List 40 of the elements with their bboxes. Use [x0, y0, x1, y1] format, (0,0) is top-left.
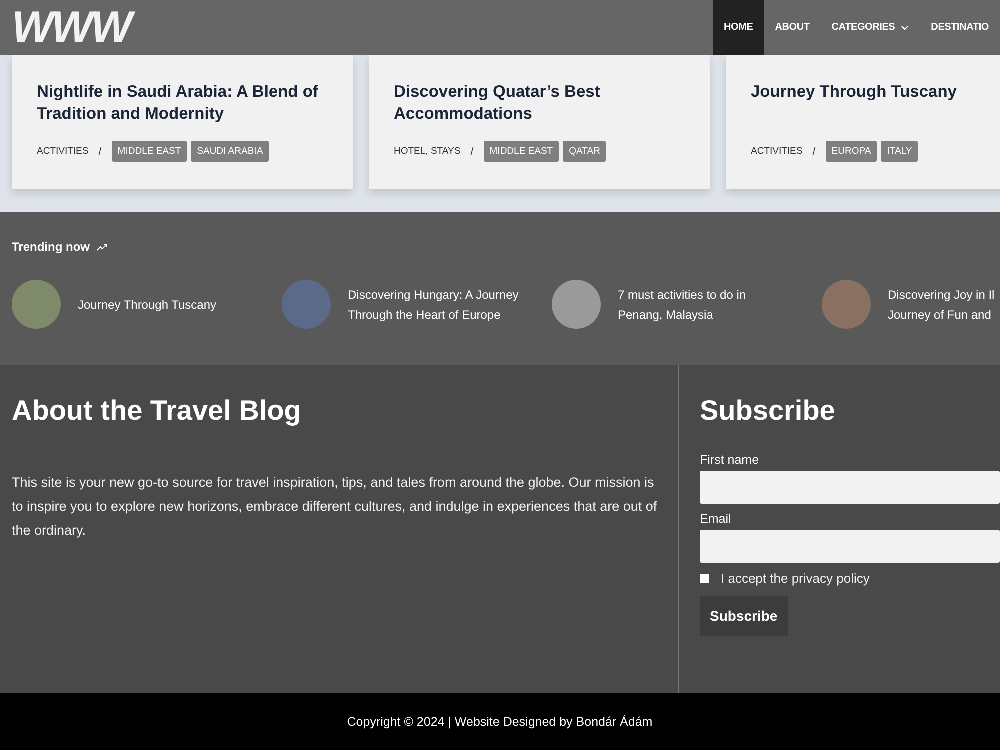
trending-post-link[interactable]: Discovering Joy in Il Journey of Fun and	[888, 284, 1000, 324]
photo-placeholder[interactable]	[552, 280, 601, 329]
tag[interactable]: ITALY	[881, 141, 918, 162]
photo-placeholder[interactable]	[822, 280, 871, 329]
trending-post-link[interactable]: Journey Through Tuscany	[78, 294, 253, 314]
trending-heading: Trending now	[12, 240, 90, 254]
photo-placeholder[interactable]	[282, 280, 331, 329]
subscribe-heading: Subscribe	[700, 395, 836, 427]
nav-link[interactable]: HOME	[713, 0, 764, 55]
post-title[interactable]: Discovering Quatar’s Best Accommodations	[394, 81, 685, 125]
separator-slash: /	[98, 146, 102, 158]
separator-slash: /	[812, 146, 816, 158]
post-title[interactable]: Journey Through Tuscany	[751, 81, 1000, 103]
trending-post-link[interactable]: 7 must activities to do in Penang, Malaysia	[618, 284, 768, 324]
nav-link[interactable]: CATEGORIES	[820, 0, 920, 55]
separator-slash: /	[470, 146, 474, 158]
tag[interactable]: MIDDLE EAST	[484, 141, 560, 162]
consent-label: I accept the privacy policy	[721, 571, 870, 586]
tag[interactable]: SAUDI ARABIA	[191, 141, 270, 162]
tag[interactable]: EUROPA	[826, 141, 878, 162]
post-title[interactable]: Nightlife in Saudi Arabia: A Blend of Tradition and Modernity	[37, 81, 328, 125]
input-field[interactable]	[700, 471, 1000, 504]
field-label: Email	[700, 512, 732, 526]
category-label[interactable]: HOTEL, STAYS	[394, 146, 461, 157]
copyright-text: Copyright © 2024 | Website Designed by Bondár Ádám	[347, 714, 653, 728]
photo-placeholder[interactable]	[12, 280, 61, 329]
tag[interactable]: MIDDLE EAST	[112, 141, 188, 162]
about-paragraph: This site is your new go-to source for travel inspiration, tips, and tales from around the globe. Our mission is to inspire you to explore new horizons, embrace different cultures, and indulge in experiences that are out of the ordinary.	[12, 474, 658, 540]
trending-post-link[interactable]: Discovering Hungary: A Journey Through the Heart of Europe	[348, 284, 523, 324]
category-label[interactable]: ACTIVITIES	[751, 146, 803, 157]
input-field[interactable]	[700, 530, 1000, 563]
nav-link[interactable]: DESTINATIO	[920, 0, 1000, 55]
tag[interactable]: QATAR	[563, 141, 606, 162]
about-heading: About the Travel Blog	[12, 395, 302, 427]
field-label: First name	[700, 453, 760, 467]
trend-up-icon	[97, 243, 108, 251]
category-label[interactable]: ACTIVITIES	[37, 146, 89, 157]
subscribe-button[interactable]: Subscribe	[700, 596, 788, 636]
checkbox[interactable]	[700, 574, 709, 583]
nav-link[interactable]: ABOUT	[764, 0, 821, 55]
